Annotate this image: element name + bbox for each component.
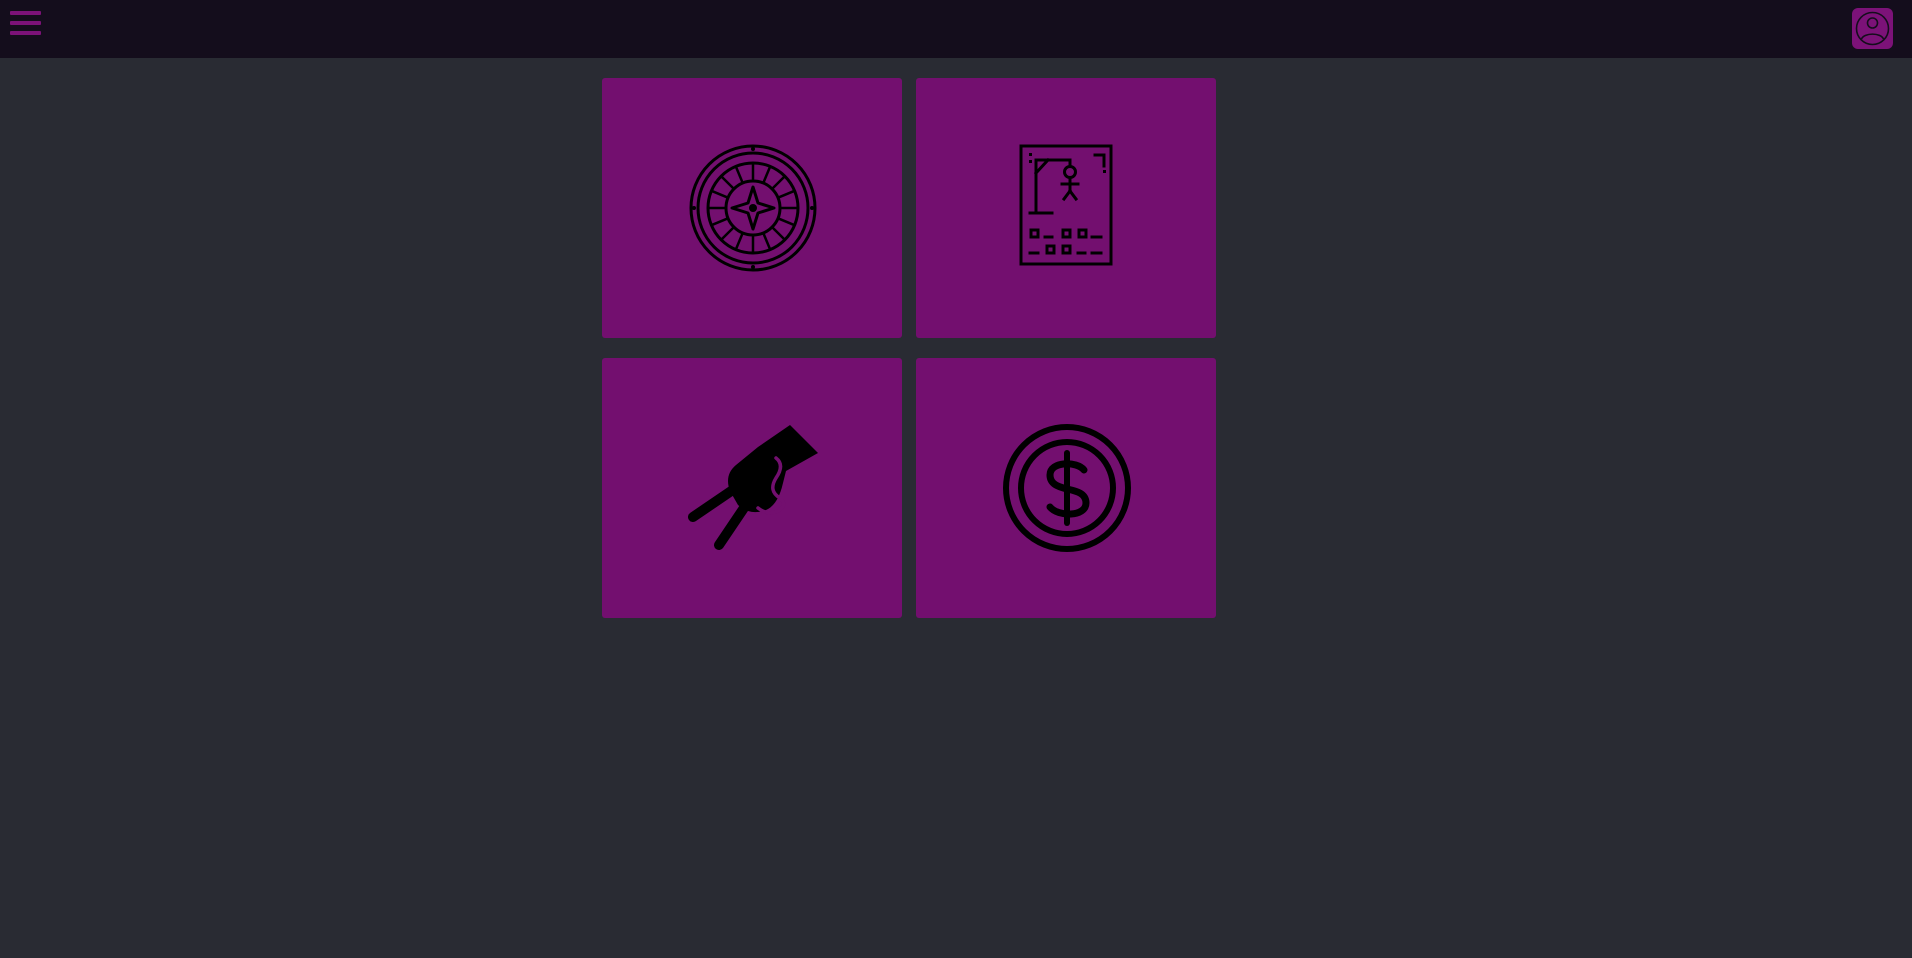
menu-bar-middle [10,21,41,25]
roulette-wheel-icon [689,144,817,272]
tile-dealer[interactable] [602,358,902,618]
menu-bar-top [10,11,41,15]
tile-roulette[interactable] [602,78,902,338]
menu-bar-bottom [10,31,41,35]
hamburger-menu-button[interactable] [10,11,42,39]
hangman-game-icon [1019,144,1113,266]
top-navbar [0,0,1912,58]
tile-coin[interactable] [916,358,1216,618]
dollar-coin-icon [1003,424,1131,552]
user-avatar-icon [1855,11,1890,46]
user-avatar-button[interactable] [1852,8,1893,49]
hand-holding-card-icon [688,425,818,550]
tile-hangman[interactable] [916,78,1216,338]
